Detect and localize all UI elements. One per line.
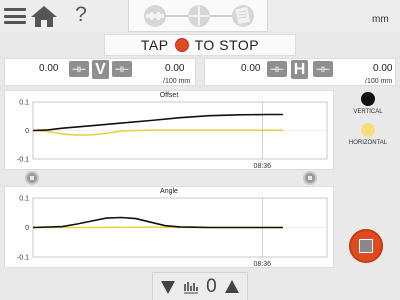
filter-icon[interactable] xyxy=(183,279,199,295)
top-toolbar: ? mm xyxy=(0,0,400,32)
horizontal-panel: 0.00 ⊣⊢ H ⊣⊢ 0.00 /100 mm xyxy=(204,58,396,86)
y-tick-label: -0.1 xyxy=(17,157,29,164)
series-line-horizontal xyxy=(32,129,283,136)
workflow-steps xyxy=(128,0,268,32)
y-tick-label: 0 xyxy=(25,128,29,135)
home-icon[interactable] xyxy=(30,3,58,29)
vertical-right-value: 0.00 xyxy=(165,63,185,74)
tap-label: TAP xyxy=(140,37,169,53)
arrow-up-icon[interactable] xyxy=(224,279,240,295)
x-tick-label: 08:36 xyxy=(254,163,272,170)
offset-chart-title: Offset xyxy=(159,92,179,99)
angle-chart-title: Angle xyxy=(160,188,178,195)
legend: VERTICAL HORIZONTAL xyxy=(342,92,394,146)
to-stop-label: TO STOP xyxy=(194,37,260,53)
help-icon[interactable]: ? xyxy=(70,2,92,28)
vertical-right-coupling-button[interactable]: ⊣⊢ xyxy=(112,61,132,77)
vertical-left-coupling-button[interactable]: ⊣⊢ xyxy=(69,61,89,77)
vertical-axis-button[interactable]: V xyxy=(92,60,109,79)
right-scroll-handle[interactable] xyxy=(303,171,317,185)
menu-icon[interactable] xyxy=(4,6,26,26)
vertical-legend-dot xyxy=(361,92,375,106)
unit-label: mm xyxy=(372,14,389,25)
step-setup-icon[interactable] xyxy=(144,5,166,27)
x-tick-label: 08:36 xyxy=(254,261,272,268)
horizontal-axis-button[interactable]: H xyxy=(291,60,308,79)
y-tick-label: -0.1 xyxy=(17,255,29,262)
series-line-vertical xyxy=(32,216,283,229)
vertical-panel: 0.00 ⊣⊢ V ⊣⊢ 0.00 /100 mm xyxy=(4,58,196,86)
y-tick-label: 0.1 xyxy=(19,100,29,107)
series-line-vertical xyxy=(32,113,283,132)
horizontal-left-value: 0.00 xyxy=(241,63,261,74)
horizontal-unit: /100 mm xyxy=(365,78,393,85)
stop-button[interactable] xyxy=(349,229,383,263)
bottom-bar: 0 xyxy=(152,272,248,300)
vertical-left-value: 0.00 xyxy=(39,63,59,74)
left-scroll-handle[interactable] xyxy=(25,171,39,185)
vertical-unit: /100 mm xyxy=(163,78,191,85)
vertical-legend-label: VERTICAL xyxy=(353,109,383,115)
horizontal-legend-dot xyxy=(361,123,375,137)
horizontal-right-value: 0.00 xyxy=(373,63,393,74)
y-tick-label: 0.1 xyxy=(19,196,29,203)
tap-to-stop-bar[interactable]: TAP TO STOP xyxy=(104,34,296,56)
offset-chart: Offset 0.1 0 -0.1 08:36 xyxy=(4,90,334,170)
y-tick-label: 0 xyxy=(25,225,29,232)
angle-chart: Angle 0.1 0 -0.1 08:36 xyxy=(4,186,334,268)
stop-icon xyxy=(359,239,373,253)
step-measure-icon[interactable] xyxy=(188,5,210,27)
step-report-icon[interactable] xyxy=(232,5,254,27)
horizontal-left-coupling-button[interactable]: ⊣⊢ xyxy=(267,61,287,77)
count-value: 0 xyxy=(206,275,217,297)
horizontal-right-coupling-button[interactable]: ⊣⊢ xyxy=(313,61,333,77)
arrow-down-icon[interactable] xyxy=(160,279,176,295)
horizontal-legend-label: HORIZONTAL xyxy=(348,140,388,146)
stop-dot-icon xyxy=(174,38,189,52)
